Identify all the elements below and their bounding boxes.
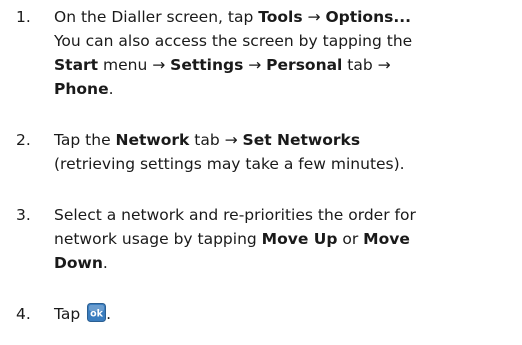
step-text-line: Tap ok. [54, 302, 516, 326]
step-text-line: Tap the Network tab → Set Networks [54, 128, 516, 152]
step-text-fragment: Tap [54, 305, 86, 323]
step-number: 2. [16, 131, 31, 149]
step-item: 2. Tap the Network tab → Set Networks (ret… [16, 128, 516, 176]
ok-icon-label: ok [90, 309, 104, 320]
step-item: 1. On the Dialler screen, tap Tools → Opt… [16, 5, 516, 101]
ui-term: Personal [266, 56, 343, 74]
step-text-fragment: On the Dialler screen, tap [54, 8, 259, 26]
step-text-fragment: → [243, 56, 267, 74]
step-text-line: Start menu → Settings → Personal tab → [54, 53, 516, 77]
step-text-line: (retrieving settings may take a few minu… [54, 152, 516, 176]
step-text-line: Down. [54, 251, 516, 275]
ui-term: Move Up [261, 230, 338, 248]
step-text-fragment: . [108, 80, 114, 98]
ui-term: Phone [54, 80, 109, 98]
ui-term: Options... [325, 8, 412, 26]
step-text-line: network usage by tapping Move Up or Move [54, 227, 516, 251]
step-text-fragment: → [302, 8, 326, 26]
step-text-line: Phone. [54, 77, 516, 101]
step-text-line: You can also access the screen by tappin… [54, 29, 516, 53]
step-text: On the Dialler screen, tap Tools → Optio… [54, 5, 516, 101]
step-text-fragment: menu → [98, 56, 171, 74]
ui-term: Start [54, 56, 99, 74]
ui-term: Down [54, 254, 103, 272]
ok-icon: ok [87, 303, 107, 322]
step-text: Select a network and re-priorities the o… [54, 203, 516, 275]
step-number: 3. [16, 206, 31, 224]
step-text-fragment: tab → [342, 56, 391, 74]
step-number: 4. [16, 305, 31, 323]
step-text-fragment: Select a network and re-priorities the o… [54, 206, 416, 224]
step-text-fragment: Tap the [54, 131, 116, 149]
ui-term: Tools [258, 8, 303, 26]
step-text-fragment: . [102, 254, 108, 272]
step-text-fragment: network usage by tapping [54, 230, 262, 248]
ui-term: Set Networks [242, 131, 361, 149]
step-text-fragment: or [337, 230, 364, 248]
instruction-list: 1. On the Dialler screen, tap Tools → Opt… [16, 5, 516, 326]
step-text: Tap the Network tab → Set Networks (retri… [54, 128, 516, 176]
ui-term: Move [363, 230, 410, 248]
step-text-fragment: . [106, 305, 112, 323]
step-text-fragment: tab → [189, 131, 243, 149]
step-text-line: Select a network and re-priorities the o… [54, 203, 516, 227]
step-item: 3. Select a network and re-priorities the… [16, 203, 516, 275]
ui-term: Network [115, 131, 190, 149]
step-item: 4. Tap ok. [16, 302, 516, 326]
step-text-fragment: You can also access the screen by tappin… [54, 32, 413, 50]
step-text-line: On the Dialler screen, tap Tools → Optio… [54, 5, 516, 29]
step-text: Tap ok. [54, 302, 516, 326]
ui-term: Settings [170, 56, 244, 74]
step-text-fragment: (retrieving settings may take a few minu… [54, 155, 405, 173]
step-number: 1. [16, 8, 31, 26]
